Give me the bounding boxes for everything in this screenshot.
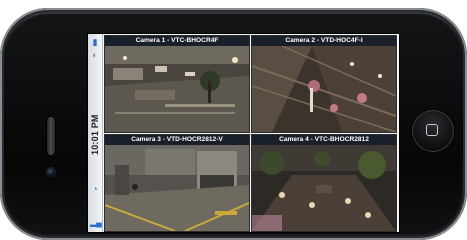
camera-feed-2 [252,46,396,132]
signal-icon: ▂▄ [90,218,102,227]
status-time: 10:01 PM [90,114,100,156]
camera-label: Camera 2 - VTD-HOC4F-I [252,36,396,46]
front-camera [47,168,55,176]
camera-tile-3[interactable]: Camera 3 - VTD-HOCR2812-V [104,134,250,232]
camera-feed-4 [252,145,396,231]
camera-tile-2[interactable]: Camera 2 - VTD-HOC4F-I [251,35,397,133]
battery-icon: ▮ [92,37,98,47]
lock-icon: ◐ [92,50,98,60]
status-bar: ▮ ◐ 10:01 PM ◔ ▂▄ [88,34,103,232]
camera-feed-3 [105,145,249,231]
camera-tile-4[interactable]: Camera 4 - VTC-BHOCR2812 [251,134,397,232]
wifi-icon: ◔ [92,184,98,194]
phone-device: ▮ ◐ 10:01 PM ◔ ▂▄ Camera 1 - VTC-BHOCR4F [0,8,467,240]
camera-feed-1 [105,46,249,132]
phone-screen: ▮ ◐ 10:01 PM ◔ ▂▄ Camera 1 - VTC-BHOCR4F [88,34,399,232]
camera-label: Camera 1 - VTC-BHOCR4F [105,36,249,46]
camera-tile-1[interactable]: Camera 1 - VTC-BHOCR4F [104,35,250,133]
earpiece-speaker [46,116,56,156]
camera-label: Camera 4 - VTC-BHOCR2812 [252,135,396,145]
home-button[interactable] [412,110,454,152]
home-square-icon [426,124,438,136]
camera-grid: Camera 1 - VTC-BHOCR4F Camera 2 - VTD-HO… [104,35,397,232]
camera-label: Camera 3 - VTD-HOCR2812-V [105,135,249,145]
